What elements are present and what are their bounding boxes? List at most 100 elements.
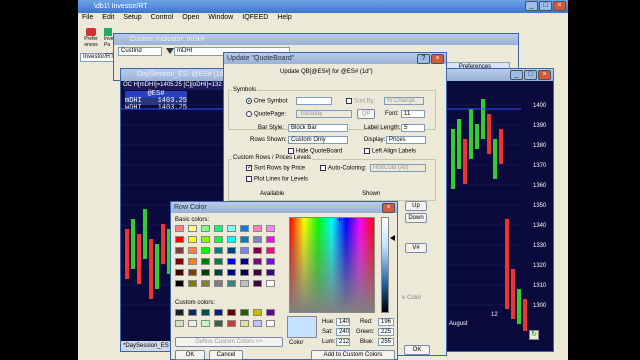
- label-length-select[interactable]: 5: [401, 124, 425, 132]
- quotepage-select[interactable]: .Intraday: [296, 110, 352, 118]
- color-swatch[interactable]: [266, 280, 275, 287]
- color-swatch[interactable]: [240, 269, 249, 276]
- maximize-icon[interactable]: □: [539, 1, 552, 11]
- color-swatch[interactable]: [253, 320, 262, 327]
- color-swatch[interactable]: [227, 269, 236, 276]
- color-swatch[interactable]: [214, 247, 223, 254]
- quoteboard-ok-button[interactable]: OK: [404, 345, 430, 355]
- luminance-arrow-icon[interactable]: [390, 235, 395, 241]
- color-swatch[interactable]: [175, 309, 184, 316]
- one-symbol-input[interactable]: [296, 97, 332, 105]
- color-swatch[interactable]: [253, 309, 262, 316]
- color-swatch[interactable]: [214, 269, 223, 276]
- sort-by-checkbox[interactable]: Sort By:: [346, 98, 375, 105]
- color-swatch[interactable]: [266, 247, 275, 254]
- chart-window-edge-badge[interactable]: ↻: [529, 330, 539, 340]
- color-spectrum[interactable]: [289, 217, 375, 313]
- hide-quoteboard-checkbox[interactable]: Hide QuoteBoard: [288, 148, 342, 155]
- color-swatch[interactable]: [240, 280, 249, 287]
- green-input[interactable]: 225: [378, 328, 394, 336]
- color-swatch[interactable]: [253, 236, 262, 243]
- color-swatch[interactable]: [188, 269, 197, 276]
- color-swatch[interactable]: [214, 258, 223, 265]
- color-swatch[interactable]: [253, 280, 262, 287]
- display-select[interactable]: Prices: [386, 136, 426, 144]
- toolbar-preferences[interactable]: Prefer ences: [80, 28, 102, 50]
- sat-input[interactable]: 240: [336, 328, 350, 336]
- color-swatch[interactable]: [266, 309, 275, 316]
- color-swatch[interactable]: [188, 225, 197, 232]
- color-swatch[interactable]: [227, 247, 236, 254]
- color-swatch[interactable]: [240, 225, 249, 232]
- help-icon[interactable]: ?: [417, 54, 430, 64]
- menu-help[interactable]: Help: [277, 14, 291, 24]
- auto-coloring-select[interactable]: Hot/Cold (All): [370, 164, 426, 172]
- color-swatch[interactable]: [214, 320, 223, 327]
- red-input[interactable]: 196: [378, 318, 394, 326]
- color-swatch[interactable]: [201, 309, 210, 316]
- color-swatch[interactable]: [188, 309, 197, 316]
- color-swatch[interactable]: [188, 320, 197, 327]
- row-color-ok-button[interactable]: OK: [175, 350, 205, 360]
- color-swatch[interactable]: [175, 225, 184, 232]
- close-icon[interactable]: ×: [553, 1, 566, 11]
- color-swatch[interactable]: [227, 258, 236, 265]
- color-swatch[interactable]: [175, 280, 184, 287]
- menu-open[interactable]: Open: [182, 14, 199, 24]
- up-button[interactable]: Up: [405, 201, 427, 211]
- bar-style-select[interactable]: Block Bar: [288, 124, 348, 132]
- color-swatch[interactable]: [266, 269, 275, 276]
- color-swatch[interactable]: [201, 225, 210, 232]
- color-swatch[interactable]: [240, 236, 249, 243]
- minimize-icon[interactable]: _: [525, 1, 538, 11]
- blue-input[interactable]: 255: [378, 338, 394, 346]
- quoteboard-close-icon[interactable]: ×: [431, 54, 444, 64]
- indicator-type-select[interactable]: CustInd: [118, 47, 162, 56]
- color-swatch[interactable]: [240, 247, 249, 254]
- one-symbol-radio[interactable]: One Symbol:: [246, 98, 289, 105]
- menu-setup[interactable]: Setup: [123, 14, 141, 24]
- color-swatch[interactable]: [175, 258, 184, 265]
- sort-rows-checkbox[interactable]: ✓ Sort Rows by Price: [246, 165, 305, 172]
- color-swatch[interactable]: [201, 247, 210, 254]
- menu-window[interactable]: Window: [208, 14, 233, 24]
- color-swatch[interactable]: [201, 269, 210, 276]
- color-swatch[interactable]: [240, 320, 249, 327]
- color-swatch[interactable]: [227, 320, 236, 327]
- color-swatch[interactable]: [240, 309, 249, 316]
- color-swatch[interactable]: [175, 236, 184, 243]
- color-swatch[interactable]: [175, 269, 184, 276]
- color-swatch[interactable]: [253, 258, 262, 265]
- rows-shown-select[interactable]: Custom Only: [288, 136, 348, 144]
- define-custom-colors-button[interactable]: Define Custom Colors >>: [175, 337, 283, 347]
- color-swatch[interactable]: [201, 258, 210, 265]
- menu-file[interactable]: File: [82, 14, 93, 24]
- color-swatch[interactable]: [266, 236, 275, 243]
- auto-coloring-checkbox[interactable]: Auto-Coloring:: [320, 165, 366, 172]
- hue-input[interactable]: 140: [336, 318, 350, 326]
- color-swatch[interactable]: [240, 258, 249, 265]
- color-swatch[interactable]: [175, 247, 184, 254]
- color-swatch[interactable]: [201, 236, 210, 243]
- color-swatch[interactable]: [201, 320, 210, 327]
- down-button[interactable]: Down: [405, 213, 427, 223]
- v-hash-button[interactable]: V#: [405, 243, 427, 253]
- sort-by-select[interactable]: % Change: [384, 97, 424, 105]
- color-swatch[interactable]: [227, 309, 236, 316]
- color-swatch[interactable]: [188, 280, 197, 287]
- color-swatch[interactable]: [227, 236, 236, 243]
- menu-control[interactable]: Control: [151, 14, 174, 24]
- menu-edit[interactable]: Edit: [102, 14, 114, 24]
- qp-button[interactable]: QP: [357, 109, 375, 119]
- color-swatch[interactable]: [266, 225, 275, 232]
- color-swatch[interactable]: [266, 258, 275, 265]
- toolbar-combo[interactable]: Investor/RT: [80, 53, 116, 62]
- funnel-icon[interactable]: [166, 48, 174, 54]
- color-swatch[interactable]: [188, 258, 197, 265]
- color-swatch[interactable]: [201, 280, 210, 287]
- color-swatch[interactable]: [188, 236, 197, 243]
- color-swatch[interactable]: [253, 247, 262, 254]
- color-swatch[interactable]: [214, 309, 223, 316]
- color-swatch[interactable]: [253, 269, 262, 276]
- menu-iqfeed[interactable]: IQFEED: [242, 14, 268, 24]
